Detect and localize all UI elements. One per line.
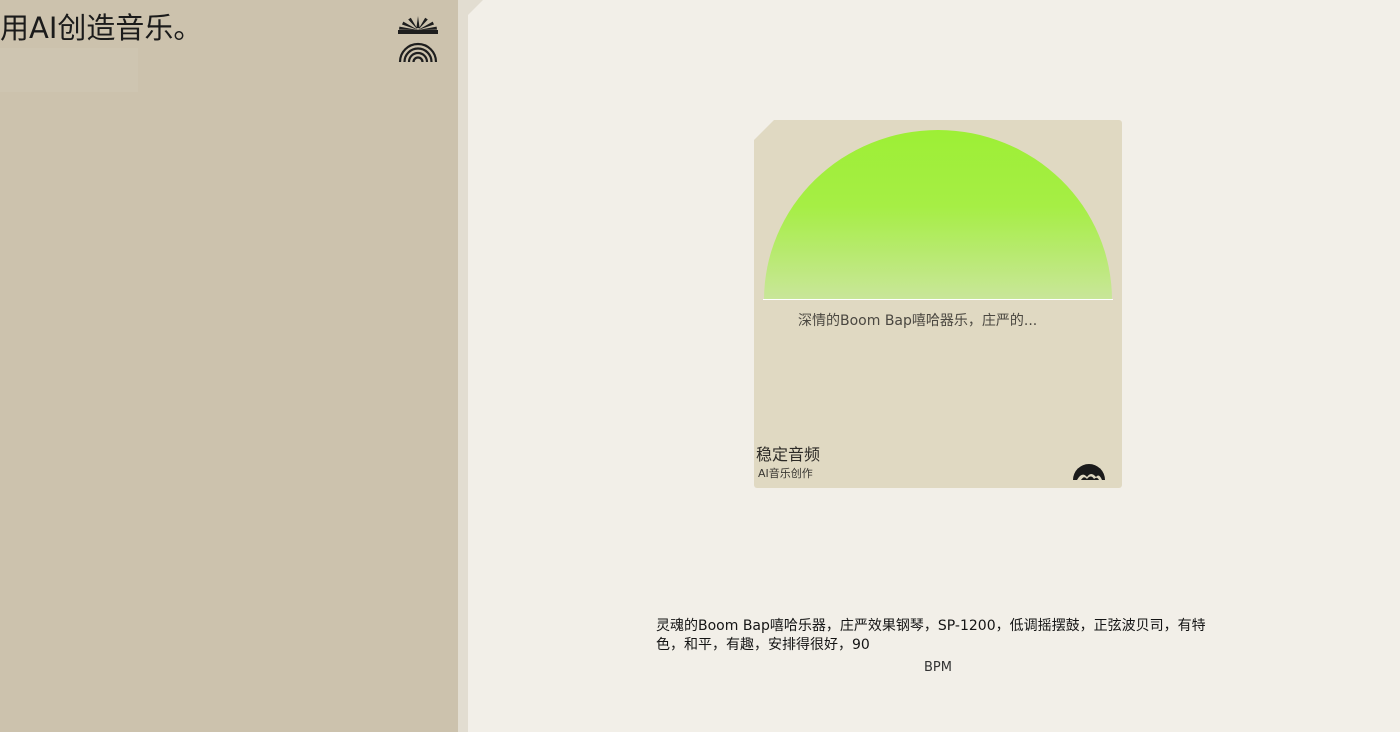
sidebar: 用AI创造音乐。 — [0, 0, 458, 732]
prompt-text: 灵魂的Boom Bap嘻哈乐器，庄严效果钢琴，SP-1200，低调摇摆鼓，正弦波… — [656, 618, 1206, 653]
panel-divider — [458, 0, 468, 732]
track-description: 深情的Boom Bap嘻哈器乐，庄严的... — [798, 313, 1038, 329]
mountain-wave-icon — [1073, 464, 1105, 480]
panel-divider-notch — [467, 0, 483, 16]
track-title: 稳定音频 — [756, 445, 821, 464]
track-card[interactable]: 深情的Boom Bap嘻哈器乐，庄严的... 稳定音频 AI音乐创作 — [754, 120, 1122, 488]
tagline-shadow — [0, 48, 138, 92]
track-subtitle: AI音乐创作 — [758, 467, 813, 480]
half-circle-sun-icon — [763, 130, 1113, 300]
sunrise-rainbow-icon[interactable] — [396, 14, 440, 64]
sidebar-tagline: 用AI创造音乐。 — [0, 11, 203, 45]
bpm-label: BPM — [924, 660, 952, 675]
